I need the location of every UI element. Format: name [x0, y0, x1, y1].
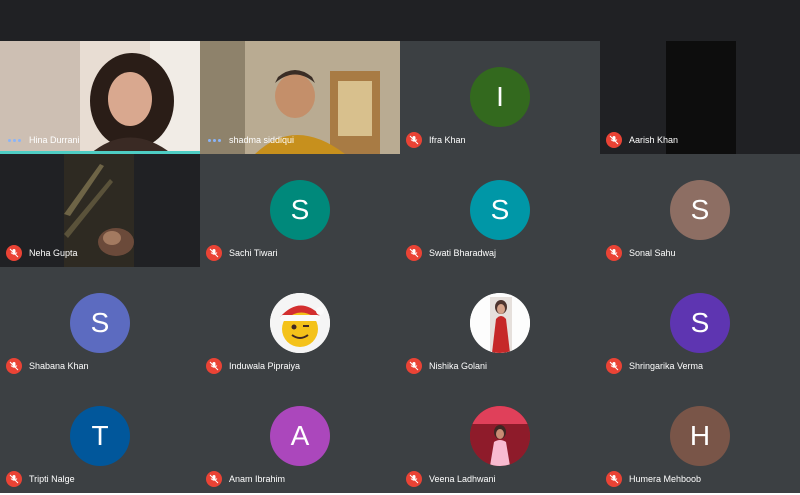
participant-avatar: S	[670, 293, 730, 353]
participant-namebar: Induwala Pipraiya	[206, 358, 300, 374]
participant-namebar: Neha Gupta	[6, 245, 78, 261]
participant-name: Anam Ibrahim	[229, 474, 286, 484]
profile-photo-icon	[470, 293, 530, 353]
audio-activity-icon	[208, 138, 221, 142]
participant-avatar: I	[470, 67, 530, 127]
participant-tile[interactable]: Aarish Khan	[600, 41, 800, 154]
participant-name: Neha Gupta	[29, 248, 78, 258]
participant-name: shadma siddiqui	[229, 135, 295, 145]
participant-tile[interactable]: Induwala Pipraiya	[200, 267, 400, 380]
participant-tile[interactable]: shadma siddiqui	[200, 41, 400, 154]
participant-namebar: Anam Ibrahim	[206, 471, 285, 487]
profile-photo-icon	[470, 406, 530, 466]
participant-namebar: shadma siddiqui	[206, 132, 294, 148]
mic-off-icon	[606, 358, 622, 374]
mic-off-icon	[406, 132, 422, 148]
participant-tile[interactable]: S Shabana Khan	[0, 267, 200, 380]
participant-name: Ifra Khan	[429, 135, 466, 145]
mic-off-icon	[206, 471, 222, 487]
participant-name: Shringarika Verma	[629, 361, 704, 371]
mic-off-icon	[6, 358, 22, 374]
participant-name: Tripti Nalge	[29, 474, 75, 484]
participant-tile[interactable]: S Sonal Sahu	[600, 154, 800, 267]
participant-name: Swati Bharadwaj	[429, 248, 497, 258]
mic-off-icon	[6, 471, 22, 487]
participant-namebar: Tripti Nalge	[6, 471, 75, 487]
participant-tile[interactable]: H Humera Mehboob	[600, 380, 800, 493]
participant-tile[interactable]: S Swati Bharadwaj	[400, 154, 600, 267]
participant-name: Nishika Golani	[429, 361, 488, 371]
participant-name: Shabana Khan	[29, 361, 89, 371]
participant-name: Sachi Tiwari	[229, 248, 278, 258]
participant-name: Hina Durrani	[29, 135, 80, 145]
mic-off-icon	[206, 245, 222, 261]
participant-tile[interactable]: T Tripti Nalge	[0, 380, 200, 493]
mic-off-icon	[206, 358, 222, 374]
participant-name: Sonal Sahu	[629, 248, 676, 258]
participant-namebar: Aarish Khan	[606, 132, 678, 148]
participant-namebar: Humera Mehboob	[606, 471, 701, 487]
participant-namebar: Nishika Golani	[406, 358, 487, 374]
participant-grid: Hina Durrani shadma siddiqui I Ifra Khan	[0, 41, 800, 493]
participant-name: Veena Ladhwani	[429, 474, 496, 484]
mic-off-icon	[606, 471, 622, 487]
participant-tile[interactable]: S Shringarika Verma	[600, 267, 800, 380]
participant-avatar: T	[70, 406, 130, 466]
participant-namebar: Ifra Khan	[406, 132, 466, 148]
participant-namebar: Shringarika Verma	[606, 358, 703, 374]
participant-avatar: H	[670, 406, 730, 466]
top-bar	[0, 0, 800, 41]
participant-tile[interactable]: Hina Durrani	[0, 41, 200, 154]
participant-avatar: A	[270, 406, 330, 466]
mic-off-icon	[606, 245, 622, 261]
participant-namebar: Sachi Tiwari	[206, 245, 278, 261]
participant-name: Humera Mehboob	[629, 474, 702, 484]
participant-namebar: Swati Bharadwaj	[406, 245, 496, 261]
audio-activity-icon	[8, 138, 21, 142]
participant-name: Induwala Pipraiya	[229, 361, 301, 371]
participant-tile[interactable]: S Sachi Tiwari	[200, 154, 400, 267]
participant-namebar: Hina Durrani	[6, 132, 80, 148]
participant-namebar: Shabana Khan	[6, 358, 89, 374]
mic-off-icon	[406, 245, 422, 261]
santa-emoji-avatar-icon	[270, 293, 330, 353]
mic-off-icon	[406, 471, 422, 487]
participant-tile[interactable]: Nishika Golani	[400, 267, 600, 380]
participant-tile[interactable]: Veena Ladhwani	[400, 380, 600, 493]
participant-avatar: S	[470, 180, 530, 240]
participant-avatar: S	[270, 180, 330, 240]
participant-namebar: Sonal Sahu	[606, 245, 676, 261]
participant-tile[interactable]: Neha Gupta	[0, 154, 200, 267]
participant-avatar: S	[670, 180, 730, 240]
mic-off-icon	[406, 358, 422, 374]
participant-name: Aarish Khan	[629, 135, 679, 145]
participant-avatar: S	[70, 293, 130, 353]
mic-off-icon	[6, 245, 22, 261]
participant-namebar: Veena Ladhwani	[406, 471, 496, 487]
participant-tile[interactable]: A Anam Ibrahim	[200, 380, 400, 493]
participant-tile[interactable]: I Ifra Khan	[400, 41, 600, 154]
mic-off-icon	[606, 132, 622, 148]
